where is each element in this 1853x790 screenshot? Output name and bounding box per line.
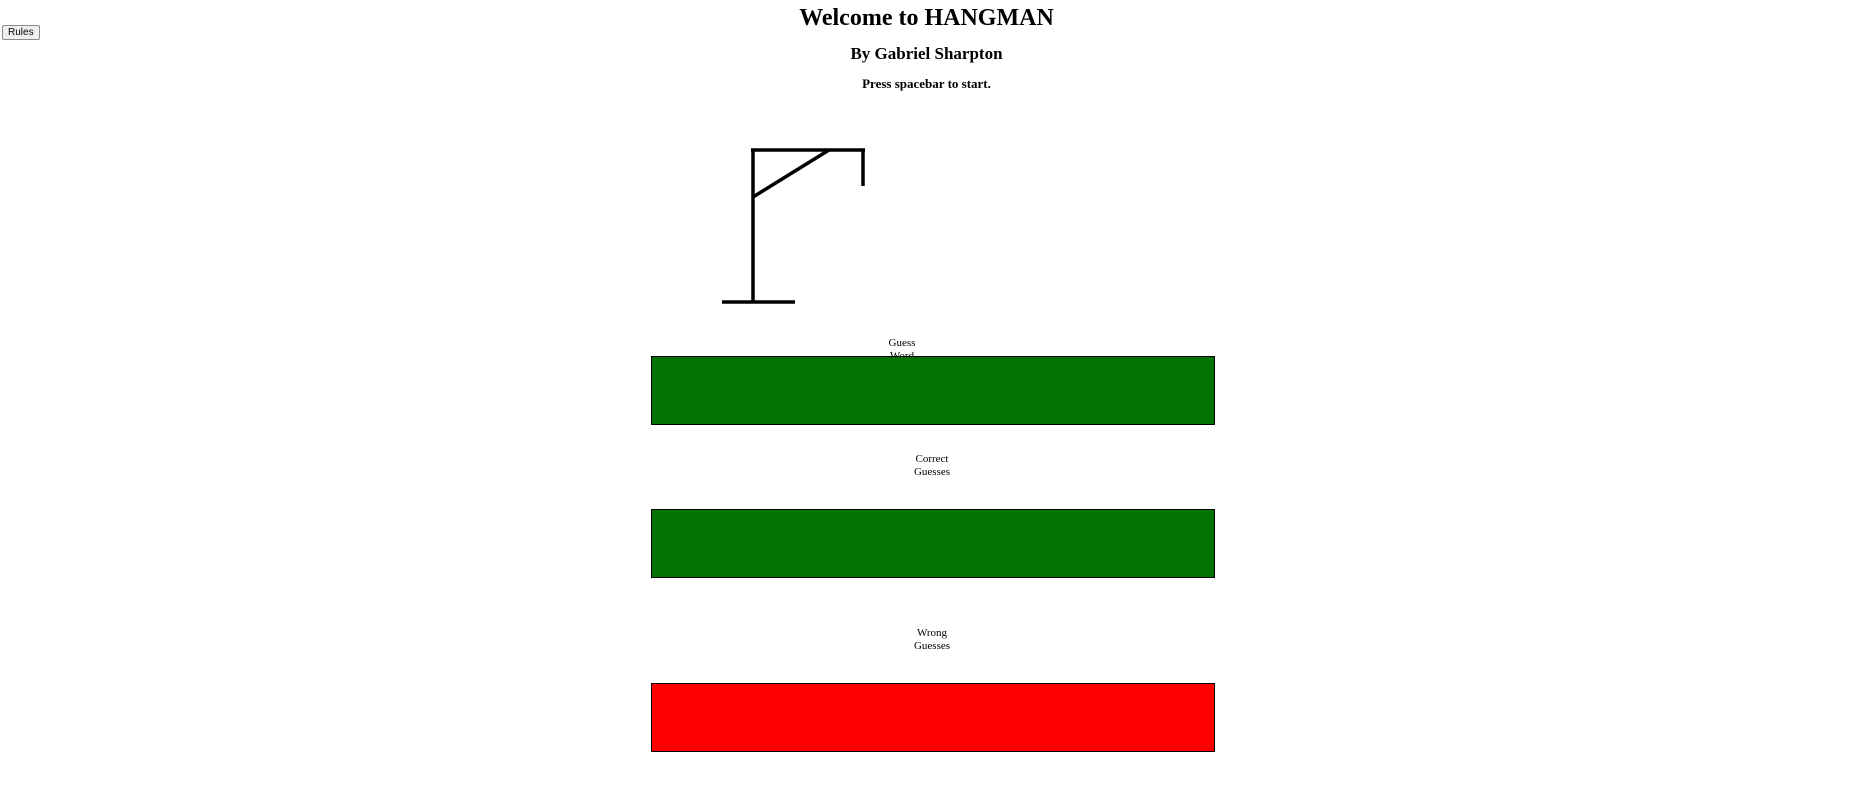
correct-guesses-box — [651, 509, 1215, 578]
correct-guesses-label: Correct Guesses — [913, 453, 951, 478]
wrong-guesses-label: Wrong Guesses — [913, 627, 951, 652]
wrong-guesses-box — [651, 683, 1215, 752]
guess-word-box — [651, 356, 1215, 425]
gallows-brace — [752, 148, 830, 199]
